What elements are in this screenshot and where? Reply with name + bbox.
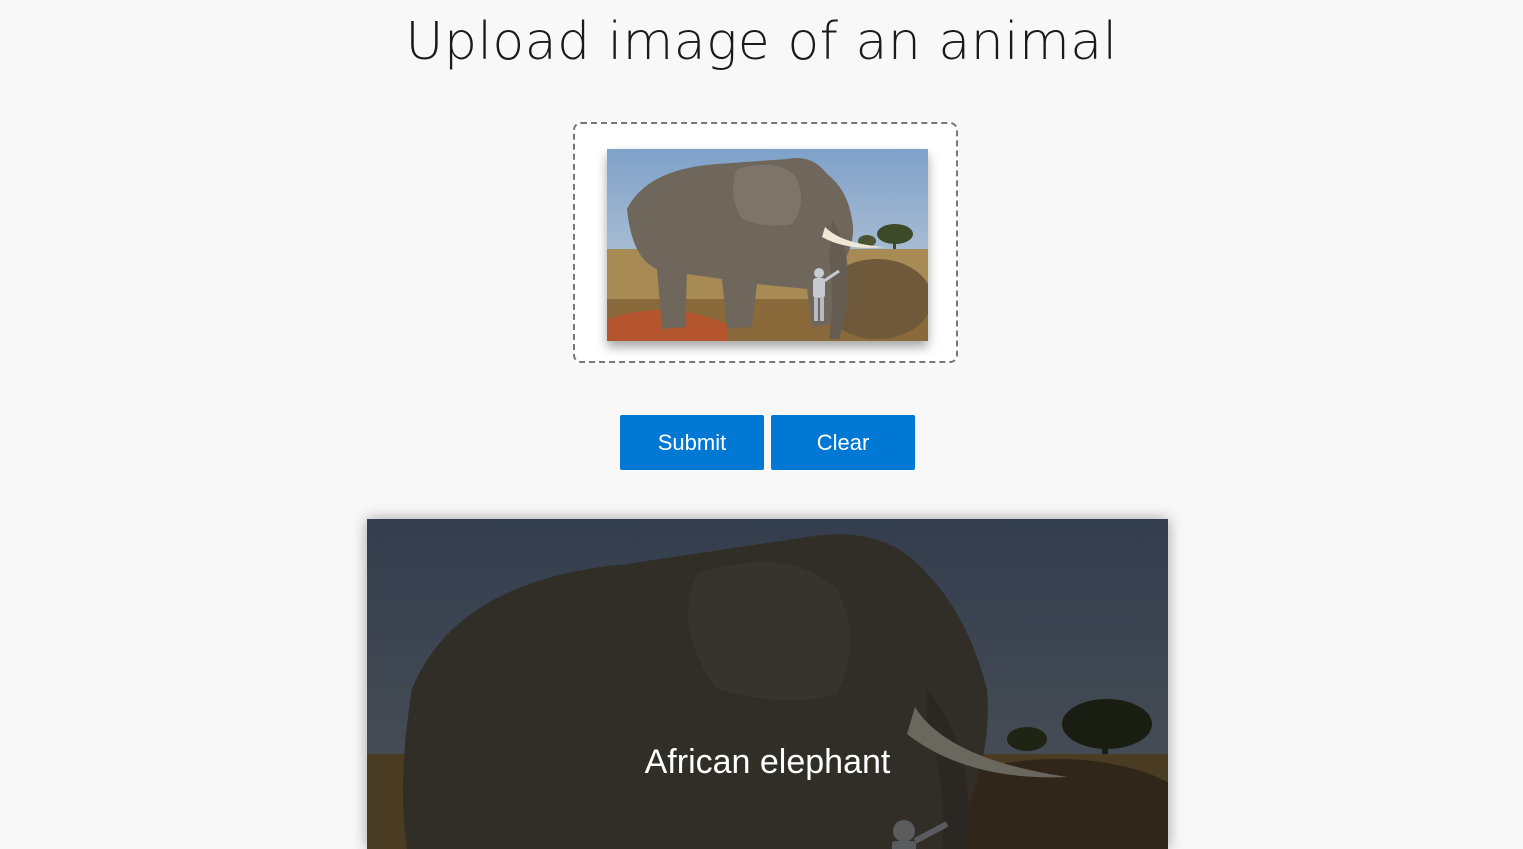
dark-overlay — [367, 519, 1168, 849]
elephant-photo-thumbnail — [607, 149, 928, 341]
clear-button[interactable]: Clear — [771, 415, 915, 470]
page-title: Upload image of an animal — [405, 12, 1118, 72]
image-dropzone[interactable] — [573, 122, 958, 363]
uploaded-image-preview — [607, 149, 928, 341]
action-buttons: Submit Clear — [620, 415, 915, 470]
page: Upload image of an animal Submit Clear A… — [0, 0, 1523, 849]
prediction-label: African elephant — [644, 743, 891, 781]
submit-button[interactable]: Submit — [620, 415, 764, 470]
prediction-result-card: African elephant — [367, 519, 1168, 849]
